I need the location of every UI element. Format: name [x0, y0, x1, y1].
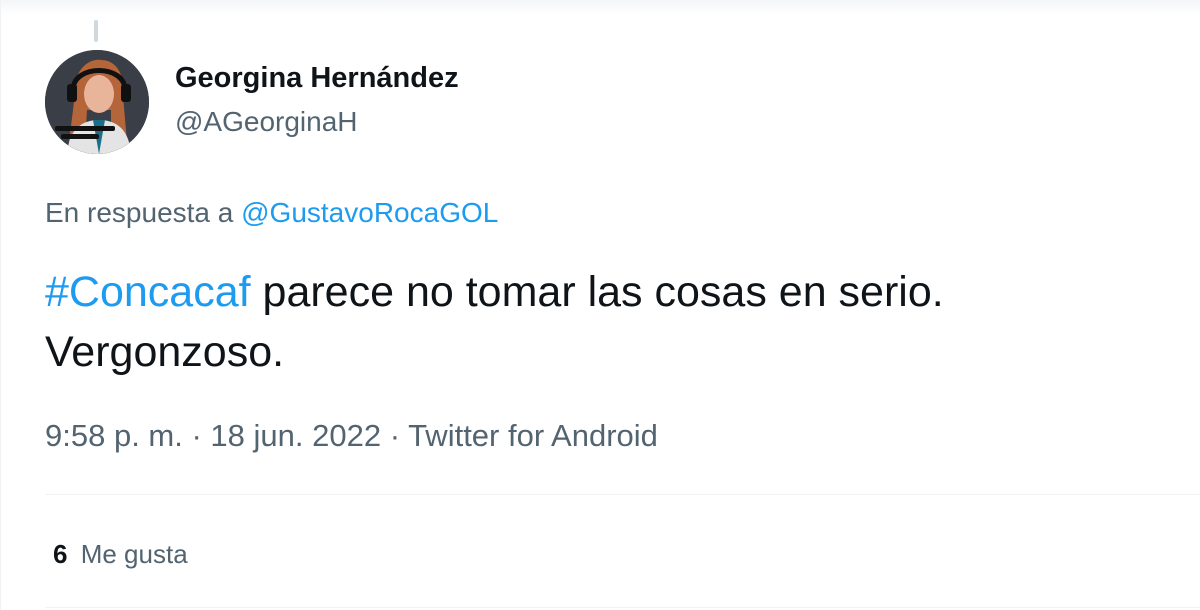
tweet-card: Georgina Hernández @AGeorginaH En respue…	[0, 0, 1200, 610]
author-display-name[interactable]: Georgina Hernández	[175, 62, 459, 95]
meta-separator: ·	[381, 418, 409, 453]
author-handle[interactable]: @AGeorginaH	[175, 106, 358, 138]
thread-connector-line	[94, 20, 98, 42]
reply-mention-link[interactable]: @GustavoRocaGOL	[241, 197, 498, 228]
likes-stat[interactable]: 6 Me gusta	[53, 539, 188, 570]
tweet-time[interactable]: 9:58 p. m.	[45, 418, 183, 453]
likes-count: 6	[53, 539, 68, 569]
divider	[45, 607, 1200, 608]
tweet-meta: 9:58 p. m. · 18 jun. 2022 · Twitter for …	[45, 418, 658, 454]
reply-context: En respuesta a @GustavoRocaGOL	[45, 197, 498, 229]
avatar-photo-icon	[45, 50, 149, 154]
tweet-source: Twitter for Android	[408, 418, 658, 453]
avatar[interactable]	[45, 50, 149, 154]
reply-prefix: En respuesta a	[45, 197, 234, 228]
likes-label: Me gusta	[80, 539, 188, 569]
tweet-text: #Concacaf parece no tomar las cosas en s…	[45, 262, 1175, 382]
meta-separator: ·	[182, 418, 211, 453]
divider	[45, 494, 1200, 495]
hashtag-link[interactable]: #Concacaf	[45, 268, 251, 316]
previous-tweet-fade	[1, 0, 1200, 14]
tweet-date[interactable]: 18 jun. 2022	[210, 418, 381, 453]
